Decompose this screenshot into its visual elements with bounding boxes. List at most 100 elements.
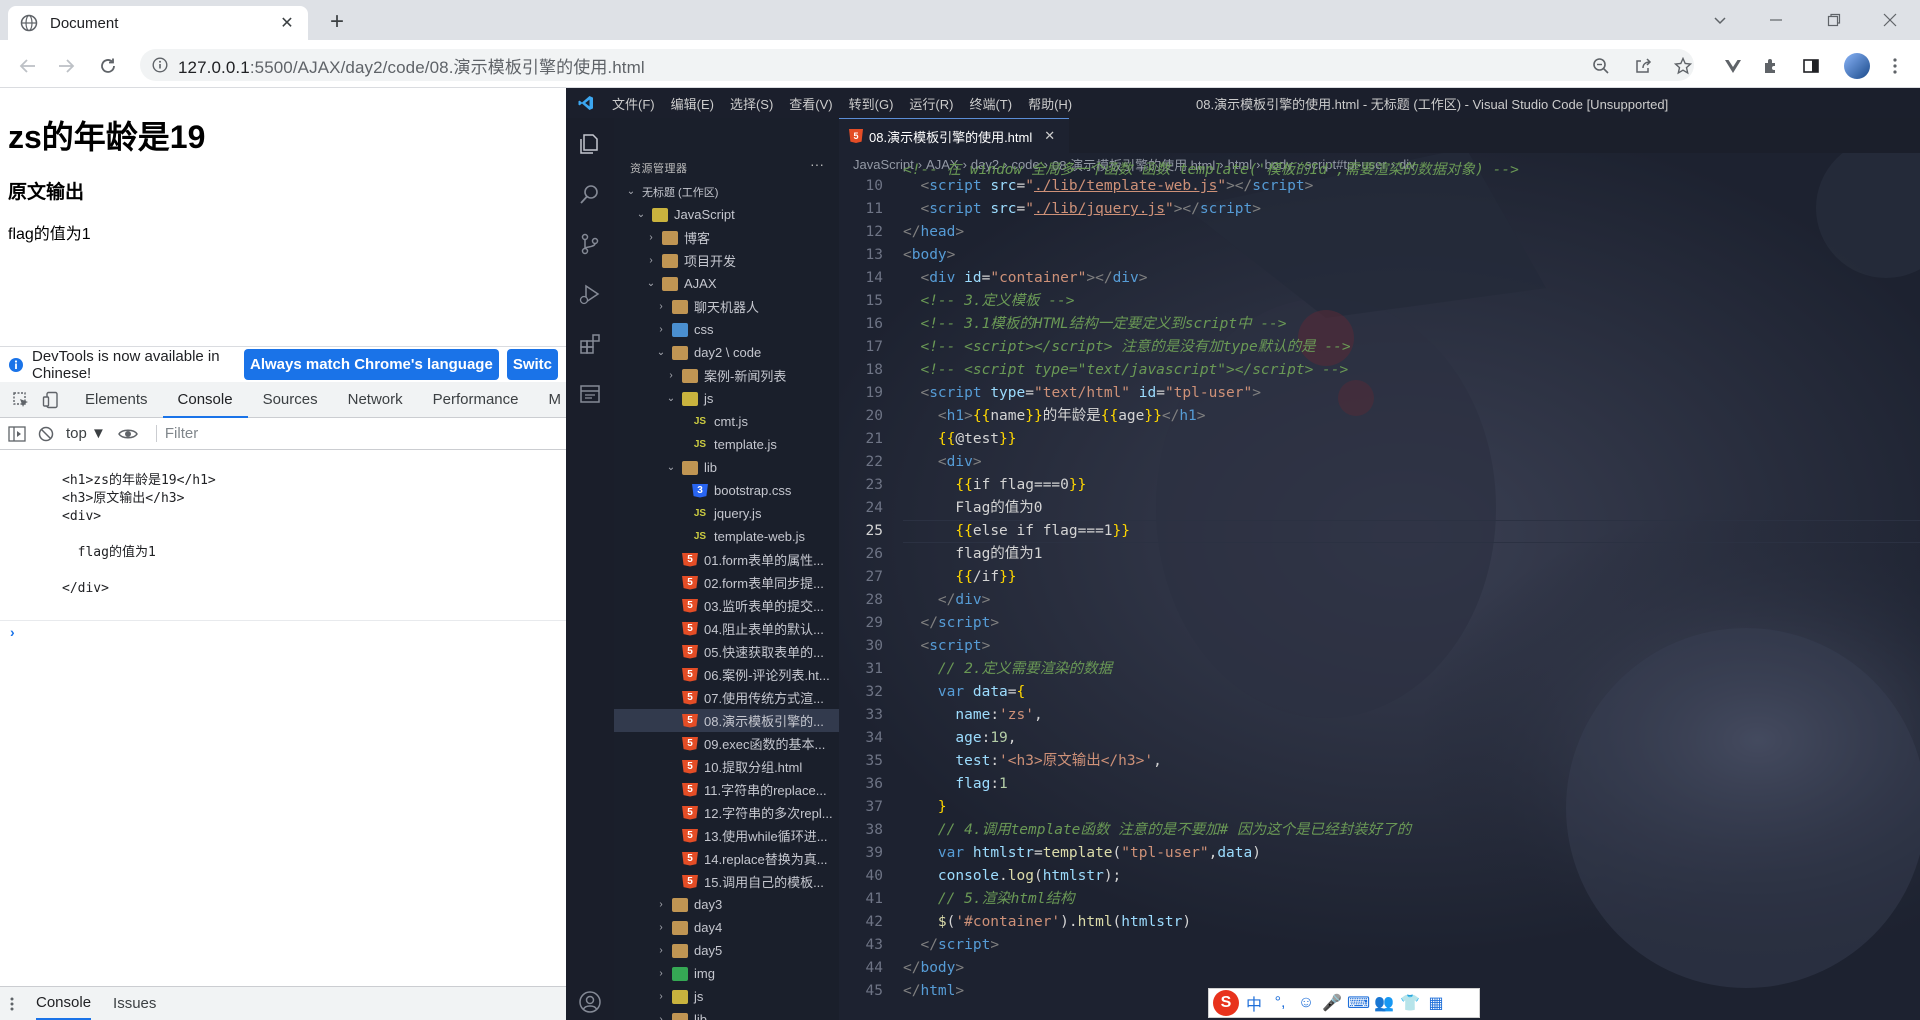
tree-item[interactable]: › day3 [614, 893, 839, 916]
tab-network[interactable]: Network [333, 382, 418, 418]
ime-users-icon[interactable]: 👥 [1373, 993, 1395, 1013]
tree-item[interactable]: 5 13.使用while循环进... [614, 824, 839, 847]
tree-item[interactable]: ⌄ 无标题 (工作区) [614, 180, 839, 203]
address-bar[interactable]: 127.0.0.1:5500/AJAX/day2/code/08.演示模板引擎的… [140, 49, 1694, 81]
ime-keyboard-icon[interactable]: ⌨ [1347, 993, 1370, 1013]
reload-icon[interactable] [94, 52, 122, 80]
tree-item[interactable]: 5 07.使用传统方式渲... [614, 686, 839, 709]
menu-edit[interactable]: 编辑(E) [663, 94, 722, 113]
tree-item[interactable]: › 案例-新闻列表 [614, 364, 839, 387]
menu-view[interactable]: 查看(V) [781, 94, 840, 113]
ime-emoji-icon[interactable]: ☺ [1295, 994, 1317, 1012]
tree-item[interactable]: ⌄ lib [614, 456, 839, 479]
run-debug-icon[interactable] [578, 282, 602, 306]
tree-item[interactable]: 5 04.阻止表单的默认... [614, 617, 839, 640]
tab-console[interactable]: Console [162, 382, 248, 418]
tab-close-icon[interactable]: ✕ [278, 13, 296, 33]
tree-item[interactable]: 5 10.提取分组.html [614, 755, 839, 778]
tab-sources[interactable]: Sources [248, 382, 333, 418]
tree-item[interactable]: JS template.js [614, 433, 839, 456]
menu-file[interactable]: 文件(F) [604, 94, 663, 113]
tree-item[interactable]: › day4 [614, 916, 839, 939]
zoom-icon[interactable] [1586, 52, 1616, 80]
match-language-button[interactable]: Always match Chrome's language [244, 349, 499, 380]
kebab-menu-icon[interactable] [1880, 52, 1910, 80]
ime-punctuation-icon[interactable]: °, [1269, 994, 1291, 1012]
drawer-tab-issues[interactable]: Issues [113, 995, 156, 1012]
live-expression-eye-icon[interactable] [117, 427, 138, 441]
tree-item[interactable]: › lib [614, 1008, 839, 1020]
source-control-icon[interactable] [578, 232, 602, 256]
close-window-icon[interactable] [1860, 0, 1920, 40]
drawer-menu-icon[interactable] [10, 996, 14, 1012]
tree-item[interactable]: 5 15.调用自己的模板... [614, 870, 839, 893]
ime-chinese-mode[interactable]: 中 [1243, 991, 1265, 1015]
share-icon[interactable] [1628, 52, 1658, 80]
drawer-tab-console[interactable]: Console [36, 987, 92, 1020]
tree-item[interactable]: 5 01.form表单的属性... [614, 548, 839, 571]
restore-icon[interactable] [1804, 0, 1864, 40]
ime-voice-icon[interactable]: 🎤 [1321, 993, 1343, 1013]
tree-item[interactable]: 5 02.form表单同步提... [614, 571, 839, 594]
device-toolbar-icon[interactable] [36, 391, 70, 409]
extensions-icon[interactable] [1756, 52, 1786, 80]
tree-item[interactable]: JS template-web.js [614, 525, 839, 548]
search-icon[interactable] [578, 182, 602, 206]
tree-item[interactable]: › day5 [614, 939, 839, 962]
ime-skin-icon[interactable]: 👕 [1399, 993, 1421, 1013]
tab-performance[interactable]: Performance [418, 382, 534, 418]
editor-tab-active[interactable]: 5 08.演示模板引擎的使用.html ✕ [839, 118, 1069, 153]
tree-item[interactable]: › 博客 [614, 226, 839, 249]
clear-console-icon[interactable] [38, 426, 54, 442]
side-panel-icon[interactable] [1796, 52, 1826, 80]
new-tab-button[interactable]: + [324, 10, 350, 36]
minimize-icon[interactable] [1746, 0, 1806, 40]
tree-item[interactable]: 5 03.监听表单的提交... [614, 594, 839, 617]
tab-search-icon[interactable] [1690, 0, 1750, 40]
show-sidebar-icon[interactable] [8, 425, 26, 442]
forward-icon[interactable] [52, 52, 80, 80]
tree-item[interactable]: 5 05.快速获取表单的... [614, 640, 839, 663]
menu-selection[interactable]: 选择(S) [722, 94, 781, 113]
tree-item[interactable]: › css [614, 318, 839, 341]
ime-toolbox-icon[interactable]: ▦ [1425, 993, 1447, 1013]
tree-item[interactable]: ⌄ AJAX [614, 272, 839, 295]
tree-item[interactable]: › img [614, 962, 839, 985]
tree-item[interactable]: 3 bootstrap.css [614, 479, 839, 502]
code-editor[interactable]: 10 11 12 13 14 15 16 17 18 19 20 21 22 23 24 25 26 27 28 29… [839, 162, 1920, 1020]
tab-elements[interactable]: Elements [70, 382, 163, 418]
tree-item[interactable]: JS jquery.js [614, 502, 839, 525]
remote-explorer-icon[interactable] [578, 382, 602, 406]
tree-item[interactable]: ⌄ JavaScript [614, 203, 839, 226]
tree-item[interactable]: ⌄ day2 \ code [614, 341, 839, 364]
bookmark-star-icon[interactable] [1668, 52, 1698, 80]
vue-devtools-icon[interactable] [1718, 52, 1748, 80]
tree-item[interactable]: JS cmt.js [614, 410, 839, 433]
menu-run[interactable]: 运行(R) [901, 94, 961, 113]
extensions-view-icon[interactable] [578, 332, 602, 356]
inspect-element-icon[interactable] [0, 391, 36, 409]
profile-avatar[interactable] [1844, 53, 1870, 79]
menu-go[interactable]: 转到(G) [841, 94, 902, 113]
switch-language-button[interactable]: Switc [506, 349, 558, 380]
account-icon[interactable] [578, 990, 602, 1014]
editor-tab-close-icon[interactable]: ✕ [1044, 128, 1055, 144]
tree-item[interactable]: › js [614, 985, 839, 1008]
tree-item[interactable]: 5 12.字符串的多次repl... [614, 801, 839, 824]
menu-terminal[interactable]: 终端(T) [961, 94, 1020, 113]
tree-item[interactable]: 5 08.演示模板引擎的... [614, 709, 839, 732]
tree-item[interactable]: › 项目开发 [614, 249, 839, 272]
sogou-logo-icon[interactable]: S [1213, 990, 1239, 1016]
menu-help[interactable]: 帮助(H) [1020, 94, 1080, 113]
back-icon[interactable] [14, 52, 42, 80]
explorer-more-actions-icon[interactable]: ··· [810, 156, 824, 172]
tree-item[interactable]: 5 09.exec函数的基本... [614, 732, 839, 755]
context-selector[interactable]: top ▼ [66, 425, 106, 442]
site-info-icon[interactable] [152, 57, 168, 73]
tree-item[interactable]: › 聊天机器人 [614, 295, 839, 318]
tree-item[interactable]: 5 06.案例-评论列表.ht... [614, 663, 839, 686]
console-filter-input[interactable]: Filter [155, 425, 198, 442]
browser-tab[interactable]: Document ✕ [8, 6, 308, 40]
tree-item[interactable]: ⌄ js [614, 387, 839, 410]
tree-item[interactable]: 5 11.字符串的replace... [614, 778, 839, 801]
